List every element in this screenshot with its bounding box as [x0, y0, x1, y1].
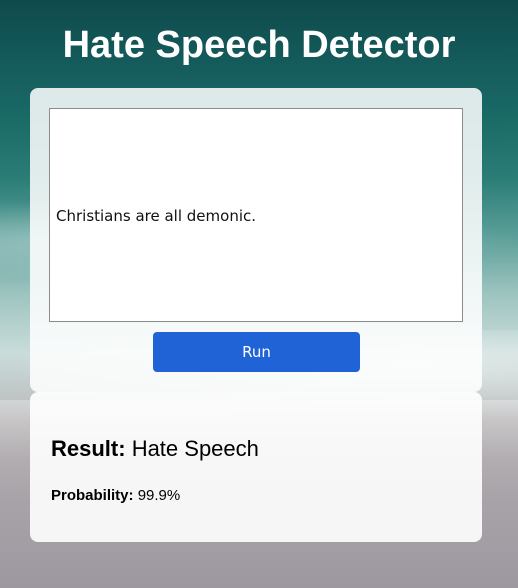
- result-value: Hate Speech: [131, 436, 259, 461]
- result-panel: Result: Hate Speech Probability: 99.9%: [30, 392, 482, 542]
- text-input[interactable]: Christians are all demonic.: [49, 108, 463, 322]
- result-line: Result: Hate Speech: [51, 436, 259, 462]
- probability-label: Probability:: [51, 487, 134, 504]
- input-panel: Christians are all demonic. Run: [30, 88, 482, 392]
- run-button[interactable]: Run: [153, 332, 360, 372]
- result-label: Result:: [51, 436, 126, 461]
- page-background: { "header": { "title": "Hate Speech Dete…: [0, 0, 518, 588]
- probability-value: 99.9%: [137, 487, 181, 504]
- page-title: Hate Speech Detector: [62, 24, 456, 66]
- probability-line: Probability: 99.9%: [51, 487, 180, 504]
